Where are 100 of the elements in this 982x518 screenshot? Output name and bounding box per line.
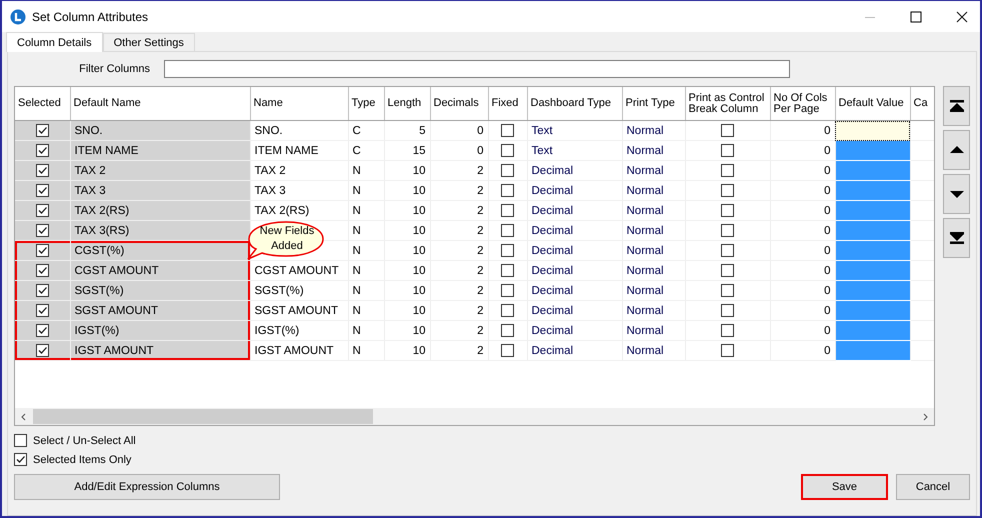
table-cell[interactable] (835, 120, 910, 140)
checkbox-label: Select / Un-Select All (33, 434, 136, 446)
column-header[interactable]: Default Name (70, 87, 250, 120)
column-header[interactable]: Fixed (488, 87, 527, 120)
table-cell[interactable] (835, 140, 910, 160)
table-cell[interactable] (835, 220, 910, 240)
checkbox[interactable] (36, 264, 49, 277)
checkbox[interactable] (501, 184, 514, 197)
checkbox[interactable] (501, 264, 514, 277)
checkbox[interactable] (501, 284, 514, 297)
checkbox[interactable] (36, 164, 49, 177)
checkbox[interactable] (501, 244, 514, 257)
column-header[interactable]: Print Type (622, 87, 685, 120)
table-cell[interactable] (835, 260, 910, 280)
table-cell: 2 (430, 340, 488, 360)
checkbox[interactable] (36, 284, 49, 297)
checkbox[interactable] (36, 204, 49, 217)
table-cell: 0 (430, 140, 488, 160)
move-button[interactable] (943, 174, 970, 214)
column-header[interactable]: Ca (910, 87, 934, 120)
checkbox[interactable] (501, 124, 514, 137)
checkbox[interactable] (501, 304, 514, 317)
checkbox[interactable] (14, 453, 27, 466)
filter-label: Filter Columns (78, 63, 151, 75)
checkbox[interactable] (36, 304, 49, 317)
column-header[interactable]: Type (348, 87, 384, 120)
checkbox[interactable] (501, 164, 514, 177)
filter-field[interactable] (164, 60, 790, 78)
table-cell[interactable] (835, 160, 910, 180)
table-cell[interactable] (835, 320, 910, 340)
column-header[interactable]: Decimals (430, 87, 488, 120)
column-header[interactable]: Length (384, 87, 430, 120)
table-cell[interactable] (835, 240, 910, 260)
move-button[interactable] (943, 130, 970, 170)
close-icon[interactable] (956, 10, 968, 22)
horizontal-scrollbar[interactable] (15, 408, 934, 425)
table-cell: TAX 2 (70, 160, 250, 180)
table-cell[interactable] (835, 180, 910, 200)
column-header[interactable]: No Of Cols Per Page (770, 87, 835, 120)
column-header[interactable]: Print as Control Break Column (685, 87, 770, 120)
table-cell: 5 (384, 120, 430, 140)
checkbox[interactable] (721, 304, 734, 317)
table-cell: Decimal (527, 240, 622, 260)
table-cell: IGST AMOUNT (250, 340, 348, 360)
checkbox[interactable] (721, 184, 734, 197)
checkbox[interactable] (36, 244, 49, 257)
dialog-button[interactable]: Cancel (896, 474, 970, 500)
checkbox[interactable] (501, 224, 514, 237)
table-cell[interactable] (835, 200, 910, 220)
table-cell: TAX 3(RS) (70, 220, 250, 240)
checkbox[interactable] (36, 184, 49, 197)
tab[interactable]: Other Settings (102, 33, 195, 51)
table-cell: 0 (770, 300, 835, 320)
checkbox[interactable] (36, 324, 49, 337)
table-cell: 0 (770, 140, 835, 160)
dialog-button[interactable]: Save (801, 474, 888, 500)
table-cell: 0 (430, 120, 488, 140)
checkbox[interactable] (36, 124, 49, 137)
table-cell: CGST AMOUNT (70, 260, 250, 280)
table-cell: CGST AMOUNT (250, 260, 348, 280)
checkbox[interactable] (501, 324, 514, 337)
checkbox[interactable] (721, 124, 734, 137)
table-cell: 0 (770, 340, 835, 360)
table-cell[interactable] (835, 340, 910, 360)
table-cell: SGST(%) (70, 280, 250, 300)
column-header[interactable]: Selected (15, 87, 70, 120)
table-cell[interactable] (835, 280, 910, 300)
checkbox[interactable] (721, 204, 734, 217)
callout-text: Added (271, 240, 303, 253)
checkbox[interactable] (721, 164, 734, 177)
move-button[interactable] (943, 218, 970, 258)
checkbox[interactable] (501, 344, 514, 357)
checkbox[interactable] (721, 244, 734, 257)
checkbox[interactable] (721, 344, 734, 357)
column-header[interactable]: Default Value (835, 87, 910, 120)
checkbox[interactable] (721, 284, 734, 297)
dialog-button[interactable]: Add/Edit Expression Columns (14, 474, 280, 500)
checkbox[interactable] (501, 144, 514, 157)
maximize-icon[interactable] (910, 10, 922, 22)
checkbox[interactable] (36, 224, 49, 237)
table-cell: N (348, 320, 384, 340)
checkbox[interactable] (721, 264, 734, 277)
checkbox[interactable] (721, 324, 734, 337)
move-button[interactable] (943, 86, 970, 126)
checkbox[interactable] (14, 434, 27, 447)
checkbox[interactable] (721, 224, 734, 237)
table-cell: 10 (384, 180, 430, 200)
window-title: Set Column Attributes (32, 10, 148, 24)
table-cell: N (348, 280, 384, 300)
tab[interactable]: Column Details (6, 32, 103, 52)
checkbox[interactable] (36, 144, 49, 157)
table-cell: N (348, 260, 384, 280)
column-header[interactable]: Name (250, 87, 348, 120)
table-cell: N (348, 200, 384, 220)
checkbox[interactable] (36, 344, 49, 357)
table-cell[interactable] (835, 300, 910, 320)
checkbox[interactable] (721, 144, 734, 157)
table-cell: Decimal (527, 300, 622, 320)
column-header[interactable]: Dashboard Type (527, 87, 622, 120)
checkbox[interactable] (501, 204, 514, 217)
